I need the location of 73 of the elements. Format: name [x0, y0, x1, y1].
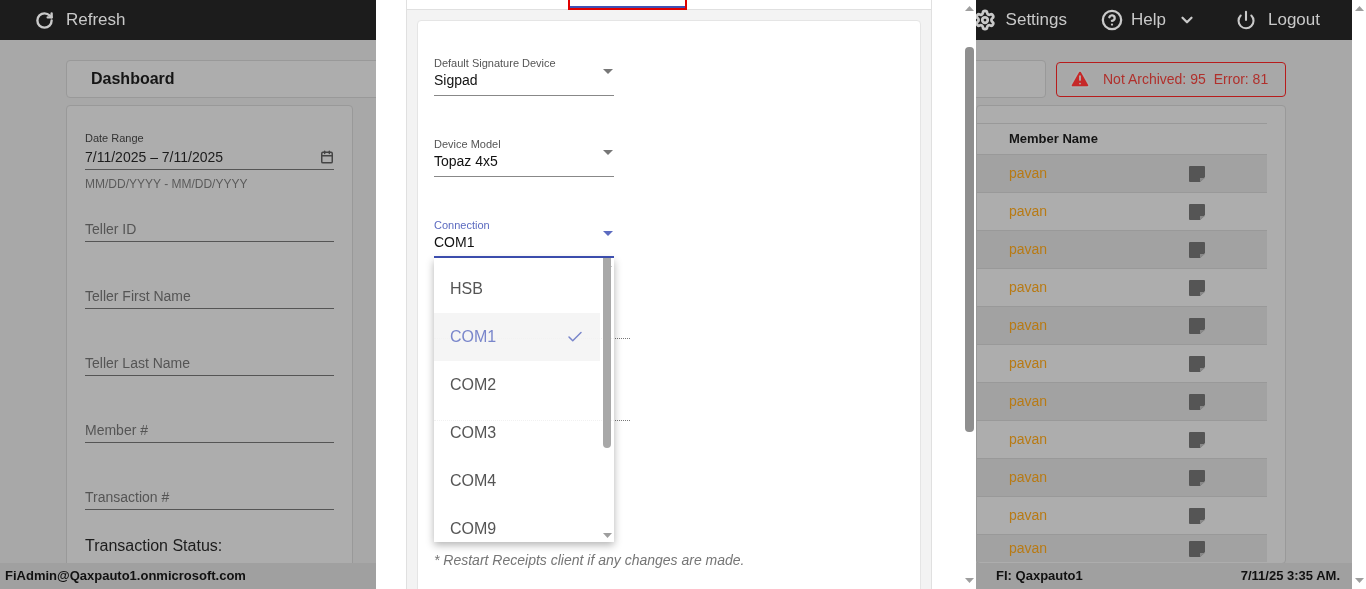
help-button[interactable]: Help: [1101, 7, 1196, 33]
scroll-down-icon[interactable]: [964, 578, 974, 583]
field-label: Date Range: [85, 131, 145, 146]
note-icon[interactable]: [1189, 317, 1205, 334]
restart-note: * Restart Receipts client if any changes are made.: [434, 551, 746, 570]
warning-icon: [1069, 68, 1091, 90]
refresh-button[interactable]: Refresh: [35, 7, 126, 33]
date-range-field[interactable]: Date Range 7/11/2025 – 7/11/2025: [85, 130, 334, 170]
transaction-status-label: Transaction Status:: [85, 536, 224, 556]
scroll-up-icon[interactable]: [1354, 6, 1364, 11]
note-icon[interactable]: [1189, 165, 1205, 182]
note-icon[interactable]: [1189, 540, 1205, 557]
caret-icon: [603, 231, 613, 236]
note-icon[interactable]: [1189, 431, 1205, 448]
field-value: 7/11/2025 – 7/11/2025: [85, 147, 224, 167]
field-label: Device Model: [434, 138, 502, 151]
refresh-icon: [35, 10, 54, 30]
member-name-cell-text: pavan: [1009, 240, 1048, 259]
caret-icon: [603, 69, 613, 74]
text-field[interactable]: Teller First Name: [85, 284, 334, 309]
calendar-icon: [320, 150, 334, 164]
note-icon[interactable]: [1189, 203, 1205, 220]
select-field[interactable]: Default Signature Device Sigpad: [434, 57, 614, 96]
member-name-cell-text: pavan: [1009, 164, 1048, 183]
help-icon: [1101, 9, 1124, 31]
scroll-down-icon[interactable]: [602, 533, 612, 538]
menu-option[interactable]: COM9: [434, 505, 600, 542]
member-name-cell-text: pavan: [1009, 202, 1048, 221]
member-name-cell-text: pavan: [1009, 316, 1048, 335]
helper-text: MM/DD/YYYY - MM/DD/YYYY: [85, 176, 249, 193]
member-name-cell-text: pavan: [1009, 506, 1048, 525]
alert-text: Error: 81: [1213, 69, 1269, 89]
settings-icon: [973, 9, 996, 31]
field-value: Topaz 4x5: [434, 152, 498, 171]
text-field[interactable]: Member #: [85, 418, 334, 443]
member-name-cell-text: pavan: [1009, 278, 1048, 297]
member-name-cell-text: pavan: [1009, 430, 1048, 449]
menu-option[interactable]: COM2: [434, 361, 600, 409]
field-label: Default Signature Device: [434, 57, 557, 70]
note-icon[interactable]: [1189, 469, 1205, 486]
menu-option[interactable]: COM3: [434, 409, 600, 457]
power-icon: [1236, 10, 1256, 30]
dashboard-title: Dashboard: [91, 69, 175, 89]
note-icon[interactable]: [1189, 355, 1205, 372]
user-email: FiAdmin@Qaxpauto1.onmicrosoft.com: [5, 567, 246, 586]
tab[interactable]: [568, 0, 687, 10]
member-name-cell-text: pavan: [1009, 539, 1048, 558]
member-name-cell-text: pavan: [1009, 392, 1048, 411]
alert-text: Not Archived: 95: [1103, 69, 1206, 89]
field-label: Connection: [434, 219, 491, 232]
field-value: Sigpad: [434, 71, 478, 90]
member-name-cell-text: pavan: [1009, 354, 1048, 373]
note-icon[interactable]: [1189, 279, 1205, 296]
text-field[interactable]: Teller Last Name: [85, 351, 334, 376]
date-time: 7/11/25 3:35 AM.: [1240, 567, 1340, 586]
page-scrollbar[interactable]: [1352, 0, 1366, 589]
scroll-up-icon[interactable]: [964, 6, 974, 11]
select-field[interactable]: Device Model Topaz 4x5: [434, 138, 614, 177]
menu-option[interactable]: COM4: [434, 457, 600, 505]
field-value: COM1: [434, 233, 475, 252]
note-icon[interactable]: [1189, 507, 1205, 524]
settings-button[interactable]: Settings: [973, 7, 1068, 33]
note-icon[interactable]: [1189, 241, 1205, 258]
scroll-down-icon[interactable]: [1354, 578, 1364, 583]
fi-name: FI: Qaxpauto1: [996, 567, 1083, 586]
menu-option[interactable]: HSB: [434, 265, 600, 313]
member-name-cell-text: pavan: [1009, 468, 1048, 487]
logout-button[interactable]: Logout: [1236, 7, 1320, 33]
column-header: Member Name: [1009, 130, 1098, 149]
text-field[interactable]: Teller ID: [85, 217, 334, 242]
caret-icon: [603, 150, 613, 155]
text-field[interactable]: Transaction #: [85, 485, 334, 510]
note-icon[interactable]: [1189, 393, 1205, 410]
